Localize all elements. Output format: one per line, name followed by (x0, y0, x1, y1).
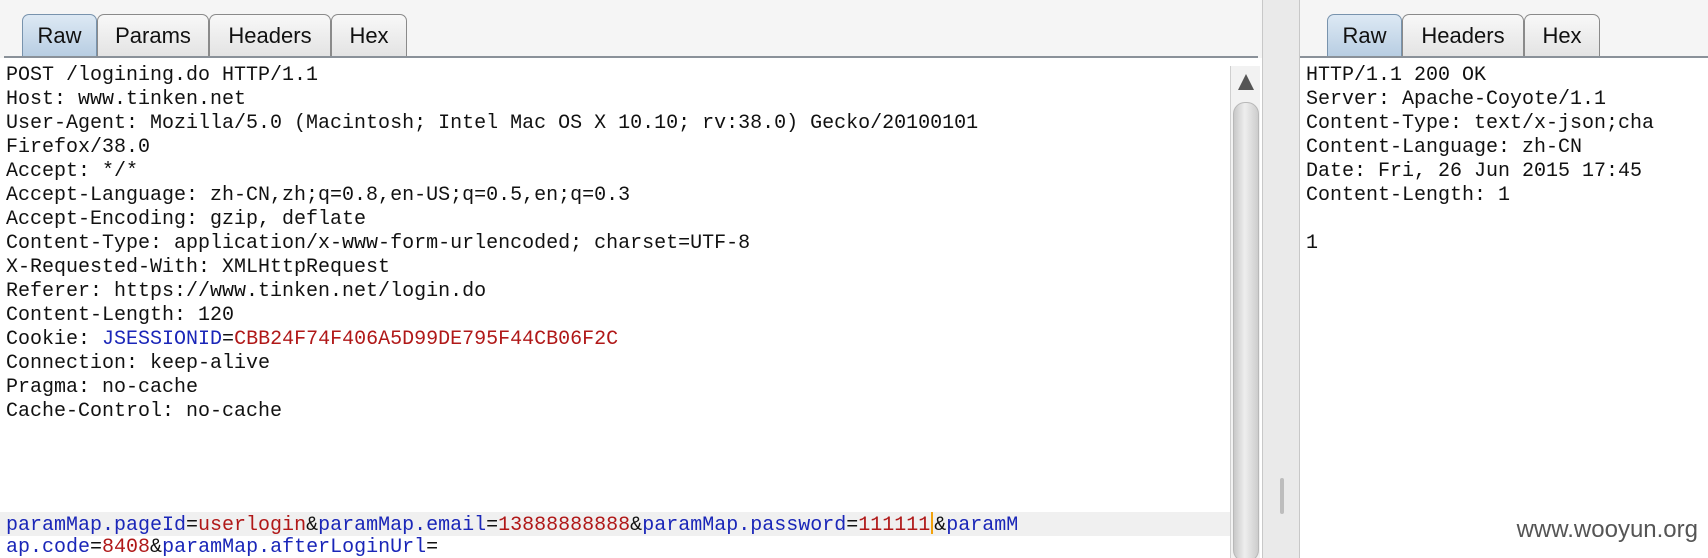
pane-splitter[interactable] (1262, 0, 1300, 558)
cookie-eq: = (222, 328, 235, 351)
request-tab-hex[interactable]: Hex (331, 14, 407, 57)
header-accept-encoding: Accept-Encoding: gzip, deflate (6, 208, 367, 231)
param-key: paramMap.afterLoginUrl (162, 536, 427, 558)
header-host: Host: www.tinken.net (6, 88, 247, 111)
param-key: paramMap.password (642, 514, 847, 537)
text-caret (931, 512, 934, 534)
tab-bar-divider (4, 56, 1258, 58)
response-header-content-type: Content-Type: text/x-json;cha (1306, 112, 1655, 135)
param-value: 8408 (102, 536, 151, 558)
header-cache-control: Cache-Control: no-cache (6, 400, 283, 423)
header-pragma: Pragma: no-cache (6, 376, 199, 399)
header-cookie: Cookie: JSESSIONID=CBB24F74F406A5D99DE79… (6, 328, 618, 352)
tab-bar-divider (1300, 56, 1708, 58)
request-tab-raw[interactable]: Raw (22, 14, 97, 57)
param-eq: = (186, 514, 199, 537)
response-header-content-language: Content-Language: zh-CN (1306, 136, 1583, 159)
param-value: userlogin (198, 514, 307, 537)
request-tab-bar: Raw Params Headers Hex (0, 0, 1262, 58)
param-key: ap.code (6, 536, 91, 558)
scrollbar-thumb[interactable] (1233, 102, 1259, 558)
header-referer: Referer: https://www.tinken.net/login.do (6, 280, 487, 303)
header-accept-language: Accept-Language: zh-CN,zh;q=0.8,en-US;q=… (6, 184, 631, 207)
param-amp: & (934, 514, 947, 537)
param-amp: & (630, 514, 643, 537)
param-value: 13888888888 (498, 514, 631, 537)
request-line: POST /logining.do HTTP/1.1 (6, 64, 319, 87)
cookie-prefix: Cookie: (6, 328, 103, 351)
cookie-name: JSESSIONID (102, 328, 223, 351)
splitter-grip-icon[interactable] (1280, 478, 1284, 514)
header-user-agent-cont: Firefox/38.0 (6, 136, 151, 159)
response-header-server: Server: Apache-Coyote/1.1 (1306, 88, 1607, 111)
request-tab-headers[interactable]: Headers (209, 14, 331, 57)
param-eq: = (90, 536, 103, 558)
response-header-content-length: Content-Length: 1 (1306, 184, 1511, 207)
cookie-value: CBB24F74F406A5D99DE795F44CB06F2C (234, 328, 619, 351)
request-vertical-scrollbar[interactable] (1230, 66, 1260, 558)
param-amp: & (150, 536, 163, 558)
request-pane: Raw Params Headers Hex POST /logining.do… (0, 0, 1262, 558)
response-body: 1 (1306, 232, 1319, 255)
request-body-line-2: ap.code=8408&paramMap.afterLoginUrl= (6, 536, 438, 558)
header-x-requested-with: X-Requested-With: XMLHttpRequest (6, 256, 391, 279)
response-tab-bar: Raw Headers Hex (1300, 0, 1708, 58)
watermark: www.wooyun.org (1516, 516, 1698, 543)
response-tab-hex[interactable]: Hex (1524, 14, 1600, 57)
param-key: paramM (946, 514, 1019, 537)
scroll-up-arrow-icon[interactable] (1238, 74, 1254, 90)
response-tab-headers[interactable]: Headers (1402, 14, 1524, 57)
param-eq: = (486, 514, 499, 537)
param-eq: = (846, 514, 859, 537)
response-pane: Raw Headers Hex HTTP/1.1 200 OK Server: … (1300, 0, 1708, 558)
param-key: paramMap.pageId (6, 514, 187, 537)
response-header-date: Date: Fri, 26 Jun 2015 17:45 (1306, 160, 1643, 183)
header-accept: Accept: */* (6, 160, 139, 183)
response-tab-raw[interactable]: Raw (1327, 14, 1402, 57)
param-amp: & (306, 514, 319, 537)
request-tab-params[interactable]: Params (97, 14, 209, 57)
status-line: HTTP/1.1 200 OK (1306, 64, 1487, 87)
header-connection: Connection: keep-alive (6, 352, 271, 375)
param-value: 111111 (858, 514, 931, 537)
param-eq: = (426, 536, 439, 558)
header-content-type: Content-Type: application/x-www-form-url… (6, 232, 751, 255)
request-body-line-1: paramMap.pageId=userlogin&paramMap.email… (6, 512, 1019, 537)
header-user-agent: User-Agent: Mozilla/5.0 (Macintosh; Inte… (6, 112, 979, 135)
param-key: paramMap.email (318, 514, 487, 537)
header-content-length: Content-Length: 120 (6, 304, 235, 327)
